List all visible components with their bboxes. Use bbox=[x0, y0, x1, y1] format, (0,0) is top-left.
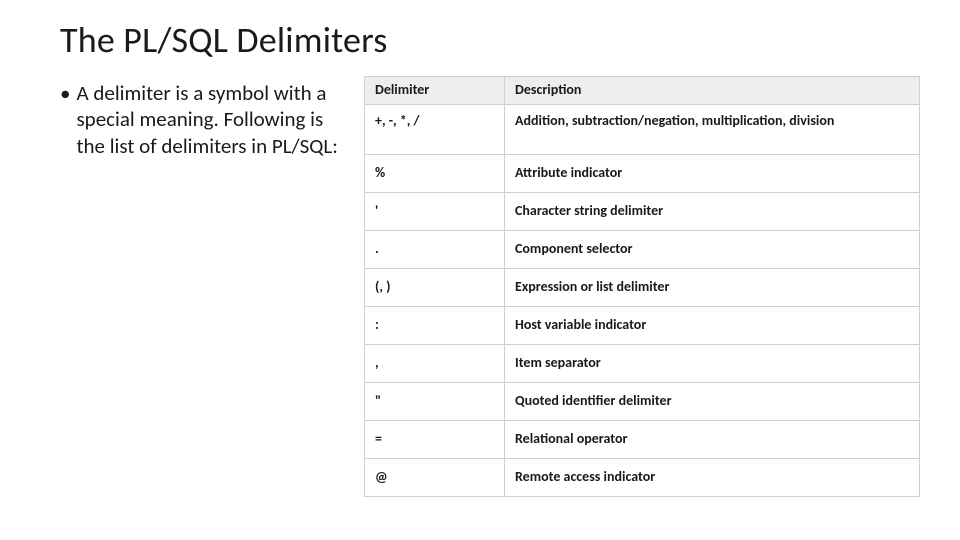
cell-delimiter: = bbox=[365, 420, 505, 458]
cell-description: Quoted identifier delimiter bbox=[505, 382, 920, 420]
cell-description: Relational operator bbox=[505, 420, 920, 458]
cell-description: Addition, subtraction/negation, multipli… bbox=[505, 104, 920, 154]
cell-description: Character string delimiter bbox=[505, 192, 920, 230]
table-body: +, -, *, /Addition, subtraction/negation… bbox=[365, 104, 920, 496]
cell-description: Remote access indicator bbox=[505, 458, 920, 496]
table-row: 'Character string delimiter bbox=[365, 192, 920, 230]
table-row: :Host variable indicator bbox=[365, 306, 920, 344]
page-title: The PL/SQL Delimiters bbox=[60, 18, 920, 62]
table-row: "Quoted identifier delimiter bbox=[365, 382, 920, 420]
table-column: Delimiter Description +, -, *, /Addition… bbox=[364, 76, 920, 497]
slide: The PL/SQL Delimiters • A delimiter is a… bbox=[0, 0, 960, 517]
cell-delimiter: % bbox=[365, 154, 505, 192]
cell-description: Expression or list delimiter bbox=[505, 268, 920, 306]
header-description: Description bbox=[505, 77, 920, 105]
cell-description: Host variable indicator bbox=[505, 306, 920, 344]
table-header-row: Delimiter Description bbox=[365, 77, 920, 105]
cell-delimiter: ' bbox=[365, 192, 505, 230]
cell-description: Attribute indicator bbox=[505, 154, 920, 192]
bullet-item: • A delimiter is a symbol with a special… bbox=[60, 80, 340, 159]
bullet-column: • A delimiter is a symbol with a special… bbox=[60, 76, 340, 159]
delimiters-table: Delimiter Description +, -, *, /Addition… bbox=[364, 76, 920, 497]
cell-delimiter: @ bbox=[365, 458, 505, 496]
table-row: .Component selector bbox=[365, 230, 920, 268]
table-row: =Relational operator bbox=[365, 420, 920, 458]
cell-delimiter: : bbox=[365, 306, 505, 344]
cell-delimiter: +, -, *, / bbox=[365, 104, 505, 154]
content-row: • A delimiter is a symbol with a special… bbox=[60, 76, 920, 497]
table-row: (, )Expression or list delimiter bbox=[365, 268, 920, 306]
table-row: %Attribute indicator bbox=[365, 154, 920, 192]
cell-delimiter: " bbox=[365, 382, 505, 420]
cell-delimiter: . bbox=[365, 230, 505, 268]
table-row: ,Item separator bbox=[365, 344, 920, 382]
bullet-text: A delimiter is a symbol with a special m… bbox=[76, 80, 340, 159]
bullet-marker: • bbox=[60, 80, 70, 159]
cell-delimiter: , bbox=[365, 344, 505, 382]
cell-delimiter: (, ) bbox=[365, 268, 505, 306]
cell-description: Item separator bbox=[505, 344, 920, 382]
table-row: @Remote access indicator bbox=[365, 458, 920, 496]
header-delimiter: Delimiter bbox=[365, 77, 505, 105]
cell-description: Component selector bbox=[505, 230, 920, 268]
table-row: +, -, *, /Addition, subtraction/negation… bbox=[365, 104, 920, 154]
